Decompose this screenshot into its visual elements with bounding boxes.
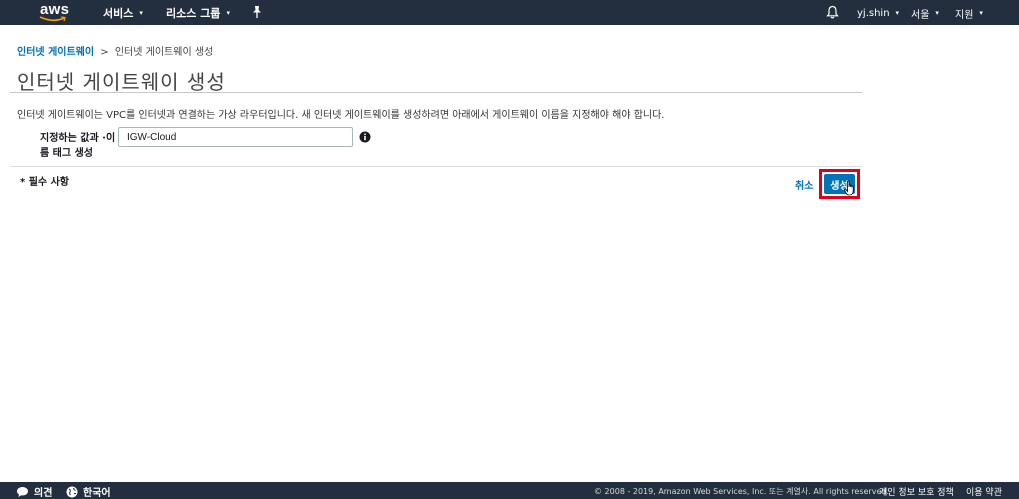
chevron-down-icon: ▾: [979, 9, 983, 17]
create-button-highlight: 생성: [819, 169, 860, 199]
bell-icon[interactable]: [826, 5, 839, 19]
title-divider: [10, 92, 862, 93]
breadcrumb-internet-gateways-link[interactable]: 인터넷 게이트웨이: [17, 47, 94, 58]
name-tag-label: 지정하는 값과 ·이름 태그 생성: [40, 133, 116, 159]
page-title: 인터넷 게이트웨이 생성: [17, 70, 226, 94]
cancel-button[interactable]: 취소: [795, 177, 813, 192]
aws-smile-icon: [39, 16, 66, 22]
chevron-down-icon: ▾: [895, 9, 900, 17]
language-selector[interactable]: 한국어: [66, 484, 111, 499]
region-menu-label: 서울: [911, 9, 930, 21]
feedback-button[interactable]: 의견: [16, 484, 52, 499]
info-icon[interactable]: [359, 131, 371, 143]
footer-bar: 의견 한국어 © 2008 - 2019, Amazon Web Service…: [0, 482, 1019, 499]
form-divider: [10, 166, 862, 167]
resource-groups-menu-label: 리소스 그룹: [166, 7, 221, 20]
chevron-down-icon: ▾: [935, 9, 939, 17]
chevron-down-icon: ▾: [226, 9, 230, 17]
account-menu-label: yj.shin: [857, 7, 890, 19]
pin-icon[interactable]: [251, 5, 263, 19]
region-menu[interactable]: 서울 ▾: [911, 5, 939, 21]
support-menu[interactable]: 지원 ▾: [955, 5, 983, 21]
globe-icon: [66, 486, 78, 497]
feedback-label: 의견: [34, 488, 53, 499]
name-tag-input[interactable]: [118, 127, 353, 147]
services-menu-label: 서비스: [103, 7, 134, 20]
support-menu-label: 지원: [955, 9, 974, 21]
breadcrumb: 인터넷 게이트웨이 > 인터넷 게이트웨이 생성: [17, 43, 213, 58]
terms-of-use-link[interactable]: 이용 약관: [966, 485, 1002, 498]
copyright-text: © 2008 - 2019, Amazon Web Services, Inc.…: [594, 487, 890, 496]
resource-groups-menu[interactable]: 리소스 그룹 ▾: [166, 5, 230, 21]
top-navigation-bar: aws 서비스 ▾ 리소스 그룹 ▾ yj.shin ▾ 서울 ▾ 지원 ▾: [0, 0, 1019, 25]
account-menu[interactable]: yj.shin ▾: [857, 5, 899, 21]
privacy-policy-link[interactable]: 개인 정보 보호 정책: [879, 485, 954, 498]
create-button[interactable]: 생성: [824, 174, 855, 194]
breadcrumb-separator: >: [100, 47, 109, 58]
speech-bubble-icon: [17, 486, 28, 497]
aws-logo[interactable]: aws: [36, 1, 70, 23]
page-description: 인터넷 게이트웨이는 VPC를 인터넷과 연결하는 가상 라우터입니다. 새 인…: [17, 110, 665, 121]
services-menu[interactable]: 서비스 ▾: [103, 5, 143, 21]
chevron-down-icon: ▾: [139, 9, 143, 17]
breadcrumb-current: 인터넷 게이트웨이 생성: [114, 47, 214, 58]
required-note: * 필수 사항: [20, 177, 69, 188]
language-label: 한국어: [83, 488, 111, 499]
